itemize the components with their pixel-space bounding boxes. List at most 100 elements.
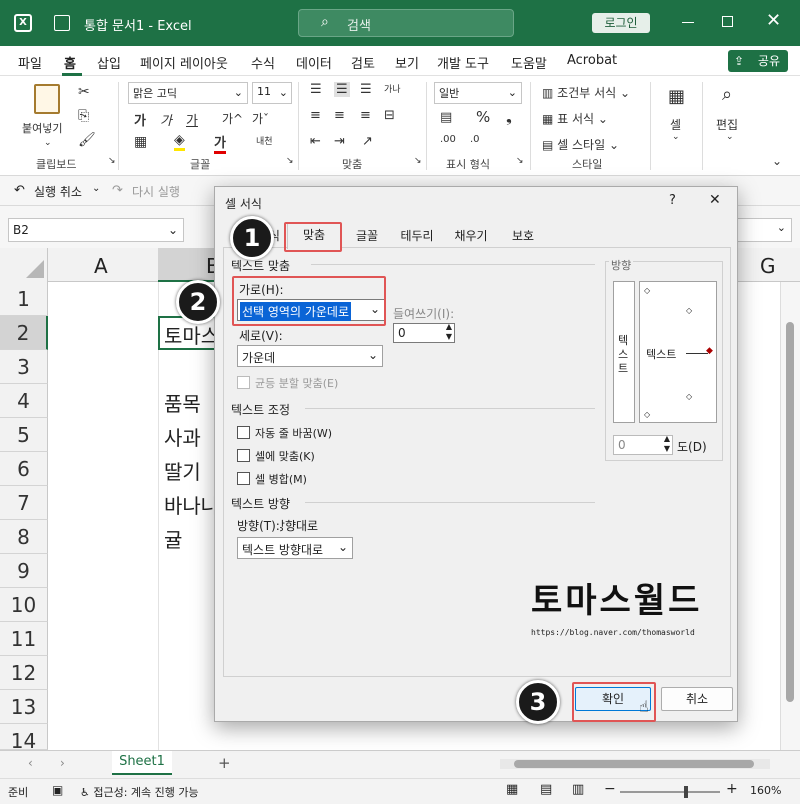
add-sheet-icon[interactable]: + [218,754,231,772]
prev-sheet-icon[interactable]: ‹ [28,756,33,770]
minimize-icon[interactable] [682,22,694,23]
wrap-text-icon[interactable]: 가나 [384,82,401,95]
bold-button[interactable]: 가 [134,110,146,129]
maximize-icon[interactable] [722,16,733,27]
format-as-table-button[interactable]: ▦ 표 서식 ⌄ [542,110,608,127]
undo-icon[interactable]: ↶ [14,183,25,198]
search-box[interactable]: ⌕ 검색 [298,9,514,37]
spin-down-icon[interactable]: ▼ [664,444,670,453]
merge-cells-checkbox[interactable] [237,472,250,485]
accessibility-status[interactable]: ♿ 접근성: 계속 진행 가능 [80,784,199,800]
justify-distributed-checkbox[interactable] [237,376,250,389]
help-button[interactable]: ? [669,193,676,208]
font-launcher-icon[interactable]: ↘ [286,156,294,166]
cancel-button[interactable]: 취소 [661,687,733,711]
tab-protection[interactable]: 보호 [501,225,545,249]
menu-formulas[interactable]: 수식 [251,53,275,72]
row-header[interactable]: 6 [0,452,48,486]
menu-insert[interactable]: 삽입 [97,53,121,72]
alignment-launcher-icon[interactable]: ↘ [414,156,422,166]
spin-down-icon[interactable]: ▼ [446,332,452,341]
dialog-close-icon[interactable]: ✕ [709,192,721,208]
zoom-slider-handle[interactable] [684,786,688,798]
page-layout-view-icon[interactable]: ▤ [540,782,552,797]
column-header-g[interactable]: G [760,254,776,278]
phonetic-icon[interactable]: 내천 [256,134,273,147]
vertical-select[interactable]: 가운데 ⌄ [237,345,383,367]
row-header[interactable]: 5 [0,418,48,452]
bottom-align-icon[interactable]: ☰ [360,82,372,97]
menu-acrobat[interactable]: Acrobat [567,53,617,68]
italic-button[interactable]: 가 [160,110,172,129]
menu-home[interactable]: 홈 [64,53,76,72]
orientation-dial[interactable]: ◇ ◇ ◇ ◇ 텍스트 ◆ [639,281,717,423]
cells-label[interactable]: 셀 [670,116,681,133]
cell-b5[interactable]: 사과 [164,422,201,451]
tab-border[interactable]: 테두리 [391,225,443,249]
horizontal-scrollbar[interactable] [500,759,770,769]
row-header[interactable]: 11 [0,622,48,656]
menu-help[interactable]: 도움말 [511,53,547,72]
grow-font-button[interactable]: 가^ [222,110,243,127]
middle-align-icon[interactable]: ☰ [334,82,350,97]
menu-view[interactable]: 보기 [395,53,419,72]
shrink-to-fit-checkbox[interactable] [237,449,250,462]
chevron-down-icon[interactable]: ⌄ [92,183,100,194]
row-header[interactable]: 8 [0,520,48,554]
undo-label[interactable]: 실행 취소 [34,183,82,200]
row-header[interactable]: 4 [0,384,48,418]
name-box[interactable]: B2 ⌄ [8,218,184,242]
cell-b6[interactable]: 딸기 [164,456,201,485]
decrease-indent-icon[interactable]: ⇤ [310,134,321,149]
copy-icon[interactable]: ⎘ [78,108,89,124]
menu-file[interactable]: 파일 [18,53,42,72]
cell-b8[interactable]: 귤 [164,524,182,553]
vertical-scrollbar[interactable] [780,282,800,750]
editing-label[interactable]: 편집 [716,116,738,133]
align-left-icon[interactable]: ≡ [310,108,321,123]
redo-icon[interactable]: ↷ [112,183,123,198]
spin-up-icon[interactable]: ▲ [664,434,670,443]
row-header[interactable]: 9 [0,554,48,588]
row-header[interactable]: 10 [0,588,48,622]
align-right-icon[interactable]: ≡ [360,108,371,123]
font-color-button[interactable]: 가 [214,132,226,154]
normal-view-icon[interactable]: ▦ [506,782,518,797]
row-header[interactable]: 12 [0,656,48,690]
paste-dropdown-icon[interactable]: ⌄ [44,138,52,148]
indent-spinner[interactable]: 0 ▲ ▼ [393,322,455,343]
tab-fill[interactable]: 채우기 [445,225,497,249]
horizontal-scroll-thumb[interactable] [514,760,754,768]
format-painter-icon[interactable]: 🖌 [78,132,96,148]
cell-b4[interactable]: 품목 [164,388,201,417]
formula-input[interactable]: ⌄ [736,218,792,242]
underline-button[interactable]: 가 [186,110,198,129]
chevron-down-icon[interactable]: ⌄ [672,132,680,142]
chevron-down-icon[interactable]: ⌄ [726,132,734,142]
increase-decimal-icon[interactable]: .00 [440,134,456,145]
row-header[interactable]: 14 [0,724,48,753]
fill-color-icon[interactable]: ◈ [174,132,185,151]
font-size-select[interactable]: 11 ⌄ [252,82,292,104]
number-launcher-icon[interactable]: ↘ [516,156,524,166]
menu-data[interactable]: 데이터 [296,53,332,72]
increase-indent-icon[interactable]: ⇥ [334,134,345,149]
sheet-tab[interactable]: Sheet1 [112,751,172,775]
row-header[interactable]: 3 [0,350,48,384]
menu-developer[interactable]: 개발 도구 [437,53,489,72]
search-icon[interactable]: ⌕ [722,84,732,105]
orientation-handle-icon[interactable]: ◆ [706,346,713,356]
vertical-text-box[interactable]: 텍 스 트 [613,281,635,423]
zoom-slider[interactable] [620,786,720,798]
merge-center-icon[interactable]: ⊟ [384,108,395,123]
cut-icon[interactable]: ✂ [78,84,90,100]
top-align-icon[interactable]: ☰ [310,82,322,97]
menu-review[interactable]: 검토 [351,53,375,72]
shrink-font-button[interactable]: 가ˇ [252,110,269,127]
cell-b7[interactable]: 바나나 [164,490,214,519]
login-button[interactable]: 로그인 [592,13,650,33]
paste-label[interactable]: 붙여넣기 [22,120,62,136]
cell-b2[interactable]: 토마스 [164,320,219,349]
wrap-text-checkbox[interactable] [237,426,250,439]
row-header[interactable]: 7 [0,486,48,520]
